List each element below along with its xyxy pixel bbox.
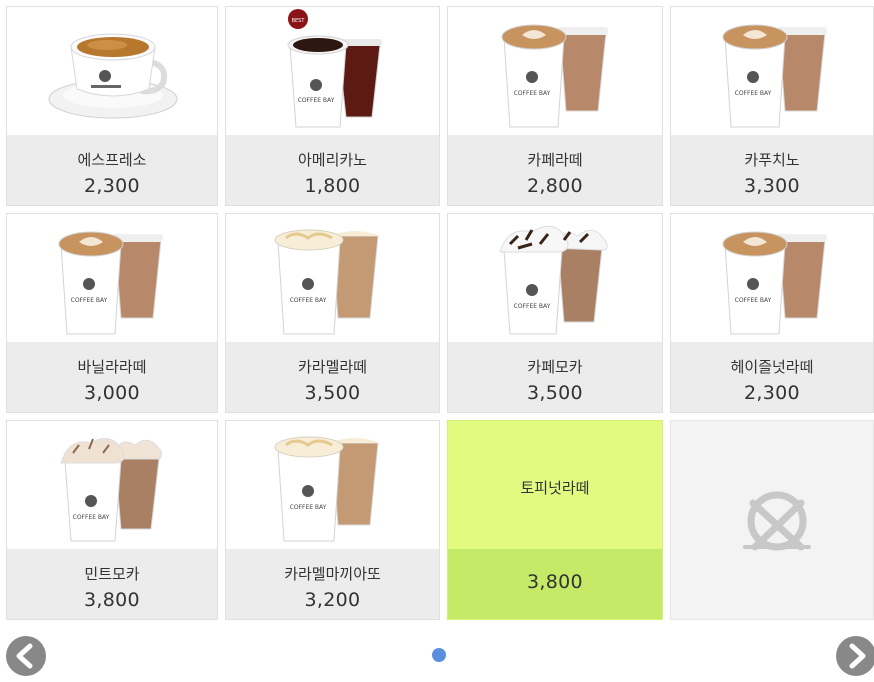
menu-item-name: 아메리카노 [297, 151, 367, 169]
menu-item-name: 바닐라라떼 [77, 358, 147, 376]
menu-item-mint-mocha[interactable]: COFFEE BAY 민트모카 3,800 [6, 420, 218, 620]
menu-item-espresso[interactable]: 에스프레소 2,300 [6, 6, 218, 206]
cappuccino-cups-icon: COFFEE BAY [671, 7, 873, 135]
best-badge: BEST [292, 18, 306, 24]
chevron-right-icon [836, 636, 874, 676]
menu-item-price: 3,500 [304, 382, 361, 404]
menu-item-name: 카페모카 [527, 358, 583, 376]
cup-brand-label: COFFEE BAY [514, 303, 551, 310]
menu-item-info: 3,800 [448, 549, 662, 619]
menu-item-price: 3,000 [84, 382, 140, 404]
cup-brand-label: COFFEE BAY [290, 297, 327, 304]
menu-item-name: 토피넛라떼 [520, 479, 590, 497]
menu-item-name: 카라멜라떼 [297, 358, 367, 376]
cup-brand-label: COFFEE BAY [735, 297, 772, 304]
menu-grid: 에스프레소 2,300 BEST COFFEE BAY 아메리카노 1,800 [0, 0, 874, 628]
menu-item-caramel-latte[interactable]: COFFEE BAY 카라멜라떼 3,500 [225, 213, 440, 413]
menu-item-price: 3,200 [304, 589, 361, 611]
cup-brand-label: COFFEE BAY [71, 297, 108, 304]
menu-item-cappuccino[interactable]: COFFEE BAY 카푸치노 3,300 [670, 6, 874, 206]
menu-item-name: 민트모카 [84, 565, 140, 583]
menu-item-info: 카라멜라떼 3,500 [226, 342, 439, 412]
menu-item-info: 아메리카노 1,800 [226, 135, 439, 205]
menu-item-toffee-nut-latte[interactable]: 토피넛라떼 3,800 [447, 420, 663, 620]
menu-item-info: 카페모카 3,500 [448, 342, 662, 412]
menu-item-info: 바닐라라떼 3,000 [7, 342, 217, 412]
menu-item-price: 2,300 [84, 175, 140, 197]
menu-item-name: 카푸치노 [744, 151, 800, 169]
menu-item-info: 에스프레소 2,300 [7, 135, 217, 205]
menu-item-info: 카라멜마끼아또 3,200 [226, 549, 439, 619]
menu-item-americano[interactable]: BEST COFFEE BAY 아메리카노 1,800 [225, 6, 440, 206]
prev-page-button[interactable] [4, 634, 48, 678]
menu-item-name: 카라멜마끼아또 [284, 565, 381, 583]
menu-item-price: 3,300 [744, 175, 800, 197]
cup-brand-label: COFFEE BAY [735, 90, 772, 97]
menu-item-name: 카페라떼 [527, 151, 583, 169]
plate-fork-knife-icon [743, 491, 811, 551]
menu-item-cafe-latte[interactable]: COFFEE BAY 카페라떼 2,800 [447, 6, 663, 206]
menu-item-price: 3,500 [527, 382, 583, 404]
menu-item-price: 1,800 [304, 175, 361, 197]
page-indicator-dot[interactable] [432, 648, 446, 662]
menu-item-empty [670, 420, 874, 620]
cafe-mocha-cups-icon: COFFEE BAY [448, 214, 662, 342]
cup-brand-label: COFFEE BAY [290, 504, 327, 511]
menu-item-info: 카푸치노 3,300 [671, 135, 873, 205]
americano-cups-icon: BEST COFFEE BAY [226, 7, 439, 135]
menu-item-info: 민트모카 3,800 [7, 549, 217, 619]
latte-cups-icon: COFFEE BAY [448, 7, 662, 135]
mint-mocha-cups-icon: COFFEE BAY [7, 421, 217, 549]
cup-brand-label: COFFEE BAY [73, 514, 110, 521]
menu-item-vanilla-latte[interactable]: COFFEE BAY 바닐라라떼 3,000 [6, 213, 218, 413]
menu-item-price: 2,300 [744, 382, 800, 404]
menu-item-info: 헤이즐넛라떼 2,300 [671, 342, 873, 412]
menu-item-cafe-mocha[interactable]: COFFEE BAY 카페모카 3,500 [447, 213, 663, 413]
espresso-cup-icon [7, 7, 217, 135]
vanilla-latte-cups-icon: COFFEE BAY [7, 214, 217, 342]
menu-item-caramel-macchiato[interactable]: COFFEE BAY 카라멜마끼아또 3,200 [225, 420, 440, 620]
menu-item-price: 3,800 [84, 589, 140, 611]
menu-item-name: 헤이즐넛라떼 [730, 358, 814, 376]
hazelnut-latte-cups-icon: COFFEE BAY [671, 214, 873, 342]
cup-brand-label: COFFEE BAY [514, 90, 551, 97]
caramel-latte-cups-icon: COFFEE BAY [226, 214, 439, 342]
menu-item-price: 2,800 [527, 175, 583, 197]
chevron-left-icon [6, 636, 46, 676]
menu-item-price: 3,800 [527, 571, 583, 593]
cup-brand-label: COFFEE BAY [298, 97, 335, 104]
caramel-macchiato-cups-icon: COFFEE BAY [226, 421, 439, 549]
next-page-button[interactable] [834, 634, 874, 678]
menu-item-hazelnut-latte[interactable]: COFFEE BAY 헤이즐넛라떼 2,300 [670, 213, 874, 413]
menu-item-info: 카페라떼 2,800 [448, 135, 662, 205]
menu-item-name: 에스프레소 [77, 151, 147, 169]
